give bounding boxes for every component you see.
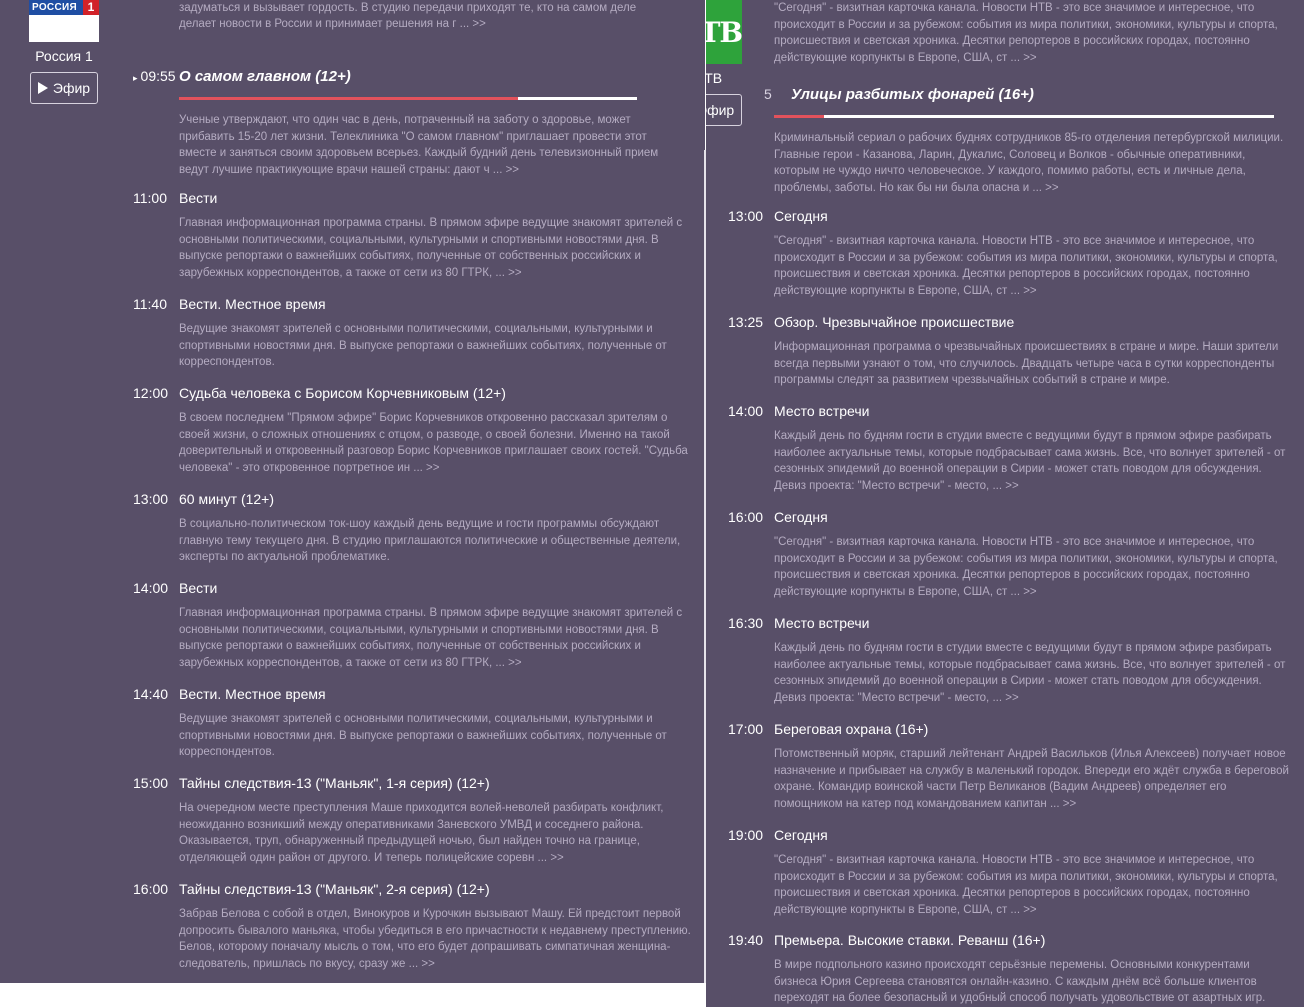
current-program-details: Ученые утверждают, что один час в день, … (179, 103, 679, 178)
program-description: Информационная программа о чрезвычайных … (774, 341, 1279, 387)
live-button-label: Эфир (52, 80, 91, 96)
program-title: Сегодня (774, 208, 828, 224)
program-description-fragment: "Сегодня" - визитная карточка канала. Но… (774, 2, 1278, 64)
program-description-fragment: о том, что интересует каждого жителя бол… (179, 1, 637, 31)
program-item[interactable]: 14:00 Вести Главная информационная програм… (133, 580, 693, 671)
program-title: Место встречи (774, 615, 870, 631)
program-description: Ученые утверждают, что один час в день, … (179, 114, 659, 176)
program-description: Забрав Белова с собой в отдел, Винокуров… (179, 908, 691, 970)
program-item[interactable]: 16:00 Сегодня "Сегодня" - визитная карточк… (728, 509, 1294, 600)
program-time: 12:00 (133, 385, 169, 401)
program-description: "Сегодня" - визитная карточка канала. Но… (774, 854, 1278, 916)
program-time: 13:25 (728, 314, 764, 330)
program-time: 11:40 (133, 296, 167, 312)
ntv-logo[interactable]: НТВ (706, 0, 743, 64)
current-program-details: Криминальный сериал о рабочих буднях сот… (774, 121, 1289, 196)
program-title: Премьера. Высокие ставки. Реванш (16+) (774, 932, 1046, 948)
program-item[interactable]: 19:40 Премьера. Высокие ставки. Реванш (1… (728, 932, 1294, 1007)
program-time: 13:00 (133, 491, 169, 507)
program-item[interactable]: 13:00 60 минут (12+) В социально-политичес… (133, 491, 693, 566)
program-time: 15:00 (133, 775, 169, 791)
program-description: Каждый день по будням гости в студии вме… (774, 642, 1286, 704)
program-title: Сегодня (774, 509, 828, 525)
program-time: 11:00 (133, 190, 167, 206)
channel-panel-rossiya1: РОССИЯ 1 Россия 1 Эфир о том, что интере… (0, 0, 705, 983)
program-item[interactable]: 16:30 Место встречи Каждый день по будням … (728, 615, 1294, 706)
program-description: "Сегодня" - визитная карточка канала. Но… (774, 536, 1278, 598)
program-title: Береговая охрана (16+) (774, 721, 929, 737)
program-title: Судьба человека с Борисом Корчевниковым … (179, 385, 506, 401)
program-title: О самом главном (12+) (179, 68, 351, 85)
program-title: Тайны следствия-13 ("Маньяк", 1-я серия)… (179, 775, 490, 791)
program-description: Главная информационная программа страны.… (179, 607, 683, 669)
program-time: 14:00 (728, 403, 764, 419)
live-button[interactable]: Эфир (706, 94, 743, 126)
program-description: Ведущие знакомят зрителей с основными по… (179, 323, 667, 369)
current-program[interactable]: 5 Улицы разбитых фонарей (16+) (764, 86, 1284, 103)
program-time: 16:30 (728, 615, 764, 631)
program-description: Ведущие знакомят зрителей с основными по… (179, 713, 667, 759)
program-item[interactable]: 19:00 Сегодня "Сегодня" - визитная карточк… (728, 827, 1294, 918)
ntv-logo-text: НТВ (706, 15, 743, 49)
rossiya1-logo[interactable]: РОССИЯ 1 (29, 0, 99, 42)
program-item[interactable]: 15:00 Тайны следствия-13 ("Маньяк", 1-я с… (133, 775, 693, 866)
program-description: В своем последнем "Прямом эфире" Борис К… (179, 412, 688, 474)
program-progress-fill (179, 97, 518, 100)
channel-panel-ntv: НТВ НТВ Эфир "Сегодня" - визитная карточ… (706, 0, 1304, 1007)
program-title: Вести (179, 190, 218, 206)
program-item[interactable]: 14:40 Вести. Местное время Ведущие знакомя… (133, 686, 693, 761)
program-title: Вести. Местное время (179, 686, 326, 702)
program-description: Главная информационная программа страны.… (179, 217, 683, 279)
program-item[interactable]: 12:00 Судьба человека с Борисом Корчевник… (133, 385, 693, 476)
now-playing-icon: ▸ (133, 73, 138, 83)
program-item[interactable]: 14:00 Место встречи Каждый день по будням … (728, 403, 1294, 494)
program-description: Потомственный моряк, старший лейтенант А… (774, 748, 1289, 810)
channel-name: НТВ (706, 70, 723, 86)
program-item[interactable]: 11:40 Вести. Местное время Ведущие знакомя… (133, 296, 693, 371)
program-description: Криминальный сериал о рабочих буднях сот… (774, 132, 1284, 194)
play-icon (37, 82, 48, 94)
program-time: 16:00 (133, 881, 169, 897)
channel-name: Россия 1 (35, 48, 93, 64)
program-title: Улицы разбитых фонарей (16+) (791, 86, 1034, 103)
program-item[interactable]: 13:00 Сегодня "Сегодня" - визитная карточк… (728, 208, 1294, 299)
program-progress-bar (179, 97, 637, 100)
program-description: На очередном месте преступления Маше при… (179, 802, 664, 864)
program-time: 14:40 (133, 686, 169, 702)
program-title: Место встречи (774, 403, 870, 419)
program-title: 60 минут (12+) (179, 491, 275, 507)
program-item[interactable]: 16:00 Тайны следствия-13 ("Маньяк", 2-я с… (133, 881, 693, 972)
live-button-label: Эфир (706, 102, 735, 118)
program-time: 5 (764, 86, 772, 102)
rossiya1-logo-number: 1 (83, 0, 99, 15)
program-title: Обзор. Чрезвычайное происшествие (774, 314, 1015, 330)
program-time: 17:00 (728, 721, 764, 737)
program-description: "Сегодня" - визитная карточка канала. Но… (774, 235, 1278, 297)
program-progress-fill (774, 115, 824, 118)
channel-header-rossiya1: РОССИЯ 1 Россия 1 Эфир (29, 0, 99, 104)
program-item[interactable]: 17:00 Береговая охрана (16+) Потомственный… (728, 721, 1294, 812)
program-progress-bar (774, 115, 1274, 118)
program-time: 13:00 (728, 208, 764, 224)
live-button[interactable]: Эфир (29, 72, 99, 104)
program-item[interactable]: 11:00 Вести Главная информационная програм… (133, 190, 693, 281)
current-program[interactable]: ▸ 09:55 О самом главном (12+) (133, 68, 673, 85)
program-time: 19:40 (728, 932, 764, 948)
program-description: В социально-политическом ток-шоу каждый … (179, 518, 681, 564)
program-description: Каждый день по будням гости в студии вме… (774, 430, 1286, 492)
program-title: Вести. Местное время (179, 296, 326, 312)
program-description: В мире подпольного казино происходят сер… (774, 959, 1266, 1005)
program-time: ▸ 09:55 (133, 68, 176, 84)
program-title: Вести (179, 580, 218, 596)
program-time: 14:00 (133, 580, 169, 596)
program-title: Тайны следствия-13 ("Маньяк", 2-я серия)… (179, 881, 490, 897)
program-title: Сегодня (774, 827, 828, 843)
program-item[interactable]: 13:25 Обзор. Чрезвычайное происшествие Инф… (728, 314, 1294, 389)
channel-header-ntv: НТВ НТВ Эфир (706, 0, 743, 126)
program-time: 19:00 (728, 827, 764, 843)
program-time: 16:00 (728, 509, 764, 525)
